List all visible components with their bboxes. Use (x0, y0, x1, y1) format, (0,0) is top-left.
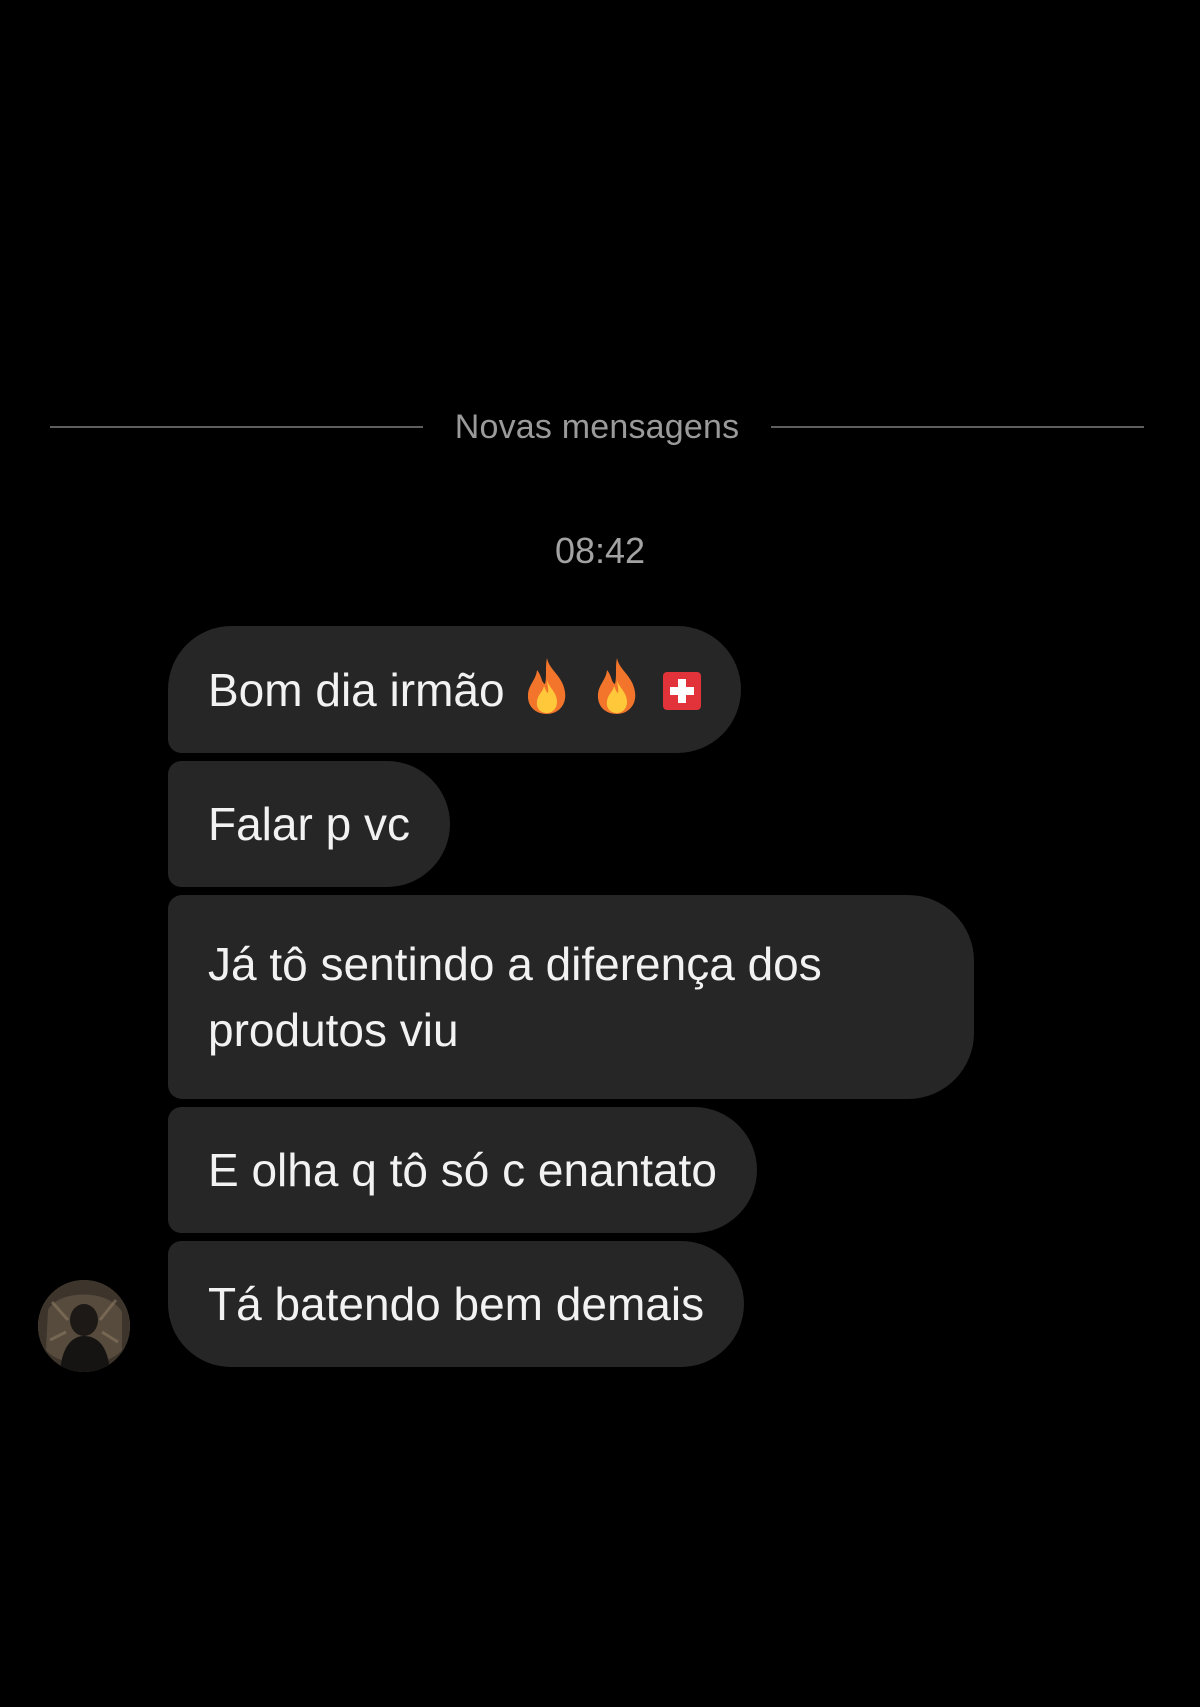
message-text: Tá batendo bem demais (208, 1278, 705, 1330)
message-bubble[interactable]: Falar p vc (168, 761, 450, 887)
new-messages-divider: Novas mensagens (50, 408, 1145, 446)
fire-icon (589, 656, 645, 716)
fire-icon (519, 656, 575, 716)
message-bubble[interactable]: Bom dia irmão (168, 626, 741, 753)
new-messages-label: Novas mensagens (454, 407, 740, 446)
message-text: Já tô sentindo a diferença dos produtos … (208, 938, 822, 1056)
message-text: E olha q tô só c enantato (208, 1144, 717, 1196)
swiss-flag-icon (662, 661, 701, 710)
message-bubble[interactable]: Tá batendo bem demais (168, 1241, 745, 1367)
divider-line-right (771, 426, 1145, 428)
message-timestamp: 08:42 (554, 530, 646, 571)
avatar[interactable] (38, 1280, 130, 1372)
divider-line-left (50, 426, 423, 428)
message-text: Falar p vc (208, 798, 410, 850)
message-bubble[interactable]: E olha q tô só c enantato (168, 1107, 757, 1233)
message-text: Bom dia irmão (208, 664, 505, 716)
message-thread: Bom dia irmão Falar p vc Já tô sentindo … (168, 626, 1148, 1375)
message-bubble[interactable]: Já tô sentindo a diferença dos produtos … (168, 895, 974, 1099)
